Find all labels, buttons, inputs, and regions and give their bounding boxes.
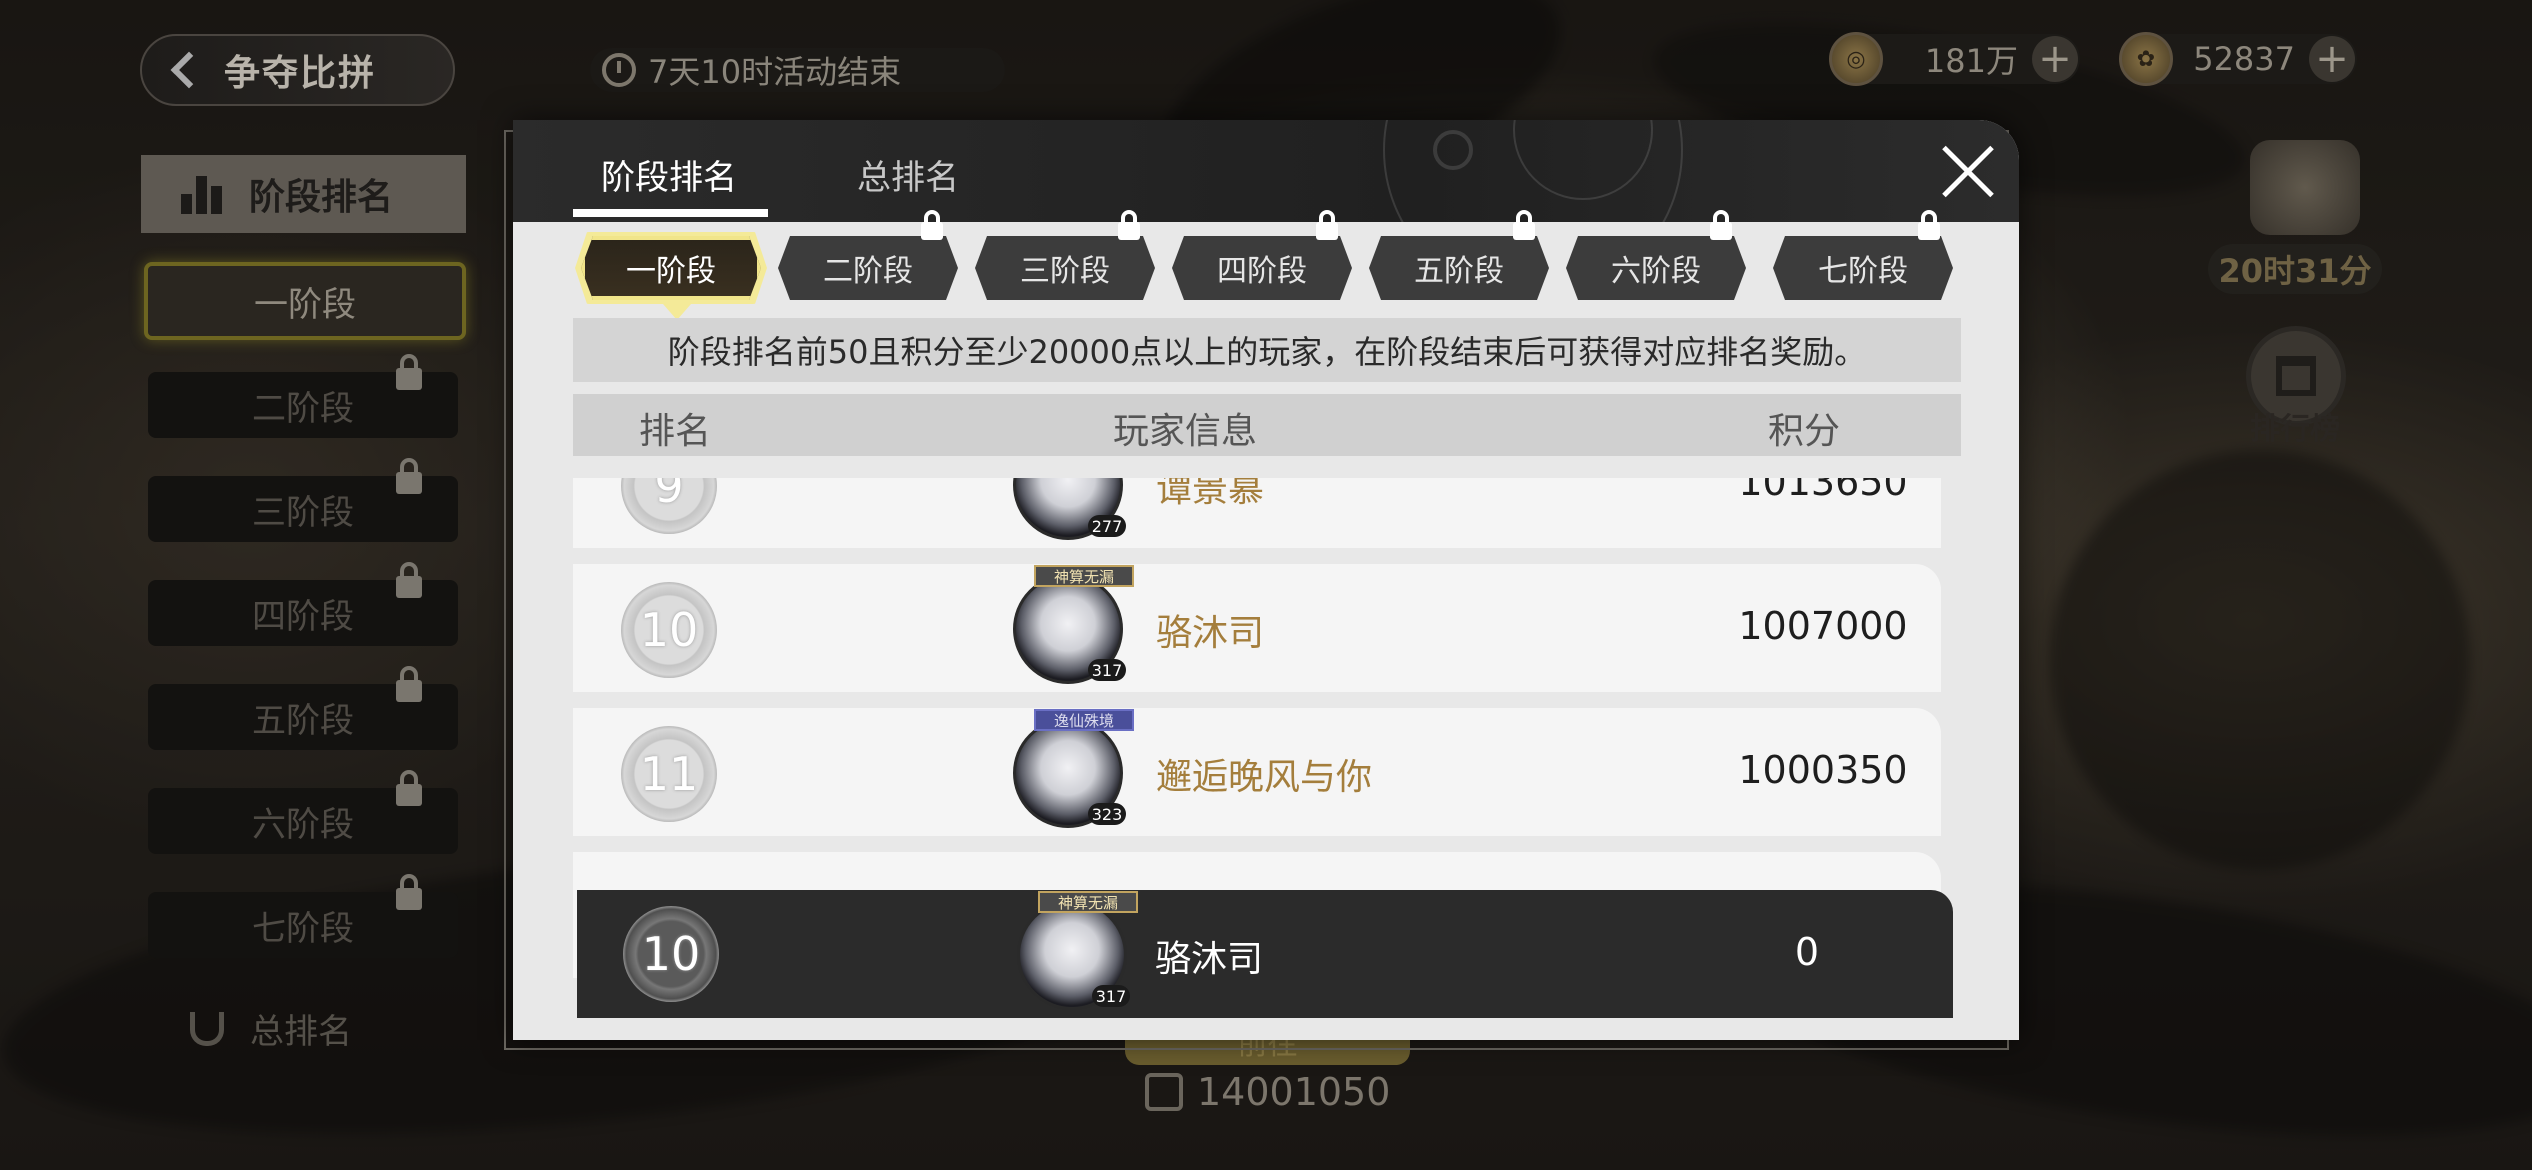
rank-badge: 10 (621, 582, 717, 678)
currency-tokens-value: 52837 (2193, 40, 2295, 78)
self-rank-row: 10 神算无漏 317 骆沐司 0 (577, 890, 1953, 1018)
player-level: 277 (1088, 515, 1126, 537)
tab-stage-ranking[interactable]: 阶段排名 (601, 150, 737, 199)
player-score: 1013650 (1738, 478, 1908, 504)
column-score: 积分 (1768, 411, 1841, 452)
stage-tab-2[interactable]: 二阶段 (778, 236, 958, 300)
player-name: 谭景慕 (1156, 478, 1265, 510)
lock-icon (1513, 210, 1535, 240)
leaderboard-label: 排行榜 (2250, 412, 2340, 447)
stage-tab-5[interactable]: 五阶段 (1369, 236, 1549, 300)
table-row[interactable]: 11 逸仙殊境 323 邂逅晚风与你 1000350 (573, 708, 1941, 836)
player-avatar[interactable]: 神算无漏 317 (1013, 565, 1134, 684)
rank-badge: 11 (621, 726, 717, 822)
event-timer-text: 7天10时活动结束 (648, 53, 902, 91)
power-value: 14001050 (1197, 1070, 1391, 1114)
back-button-label: 争夺比拼 (224, 53, 377, 94)
avatar-title-tag: 神算无漏 (1038, 891, 1138, 913)
clock-icon (602, 53, 636, 87)
lock-icon (1710, 210, 1732, 240)
lock-icon (396, 458, 422, 494)
avatar-title-tag: 神算无漏 (1034, 565, 1134, 587)
player-level: 317 (1092, 985, 1130, 1007)
table-row[interactable]: 10 神算无漏 317 骆沐司 1007000 (573, 564, 1941, 692)
modal-header: 阶段排名 总排名 (513, 120, 2019, 222)
back-button[interactable]: 争夺比拼 (140, 34, 455, 106)
stage-tab-1[interactable]: 一阶段 (581, 236, 761, 300)
lock-icon (1118, 210, 1140, 240)
event-timer: 7天10时活动结束 (590, 48, 1005, 92)
stage-tab-3[interactable]: 三阶段 (975, 236, 1155, 300)
back-chevron-icon (170, 51, 208, 89)
player-name: 骆沐司 (1156, 613, 1265, 654)
column-rank: 排名 (639, 411, 712, 452)
power-display: 14001050 (1145, 1070, 1390, 1114)
power-icon (1145, 1073, 1183, 1111)
tab-total-ranking[interactable]: 总排名 (857, 150, 959, 199)
player-level: 317 (1088, 659, 1126, 681)
self-name: 骆沐司 (1155, 939, 1264, 980)
self-score: 0 (1794, 930, 1820, 974)
add-coins-button[interactable]: + (2032, 36, 2078, 82)
stage-tab-6[interactable]: 六阶段 (1566, 236, 1746, 300)
sidebar-item-stage-1[interactable]: 一阶段 (144, 262, 466, 340)
sidebar-item-total-ranking[interactable]: 总排名 (190, 1004, 352, 1053)
sidebar-header-label: 阶段排名 (249, 177, 394, 218)
player-avatar[interactable]: 277 (1013, 478, 1126, 540)
trophy-icon (190, 1011, 224, 1046)
lock-icon (396, 666, 422, 702)
close-icon[interactable] (1938, 142, 1998, 202)
avatar-title-tag: 逸仙殊境 (1034, 709, 1134, 731)
ranking-modal: 阶段排名 总排名 一阶段 二阶段 三阶段 四阶段 五阶段 六阶段 七阶段 阶段排… (513, 120, 2019, 1040)
self-avatar[interactable]: 神算无漏 317 (1017, 891, 1138, 1010)
player-name: 邂逅晚风与你 (1156, 757, 1373, 798)
player-score: 1007000 (1738, 604, 1908, 648)
ranking-notice: 阶段排名前50且积分至少20000点以上的玩家，在阶段结束后可获得对应排名奖励。 (573, 318, 1961, 382)
leaderboard-icon (2276, 356, 2316, 396)
column-player: 玩家信息 (1113, 411, 1258, 452)
active-tab-indicator (573, 209, 768, 217)
add-tokens-button[interactable]: + (2309, 36, 2355, 82)
lock-icon (1316, 210, 1338, 240)
lock-icon (396, 770, 422, 806)
sidebar-stage-ranking-header[interactable]: 阶段排名 (141, 155, 466, 233)
table-row[interactable]: 9 277 谭景慕 1013650 (573, 478, 1941, 548)
sidebar-total-label: 总排名 (250, 1012, 352, 1052)
ranking-bars-icon (181, 174, 225, 214)
player-score: 1000350 (1738, 748, 1908, 792)
currency-tokens: ✿ 52837 + (2119, 32, 2357, 86)
lock-icon (396, 562, 422, 598)
player-avatar[interactable]: 逸仙殊境 323 (1013, 709, 1134, 828)
stage-tab-4[interactable]: 四阶段 (1172, 236, 1352, 300)
rank-badge: 9 (621, 478, 717, 534)
rank-badge: 10 (623, 906, 719, 1002)
player-level: 323 (1088, 803, 1126, 825)
token-icon: ✿ (2119, 32, 2173, 86)
lock-icon (921, 210, 943, 240)
stage-tab-7[interactable]: 七阶段 (1773, 236, 1953, 300)
currency-coins-value: 181万 (1924, 42, 2018, 80)
table-header: 排名 玩家信息 积分 (573, 394, 1961, 456)
coin-icon: ◎ (1829, 32, 1883, 86)
chest-countdown: 20时31分 (2208, 244, 2382, 294)
lock-icon (396, 354, 422, 390)
currency-coins: ◎ 181万 + (1829, 32, 2080, 86)
lock-icon (396, 874, 422, 910)
reward-chest-icon[interactable] (2250, 140, 2360, 235)
lock-icon (1918, 210, 1940, 240)
